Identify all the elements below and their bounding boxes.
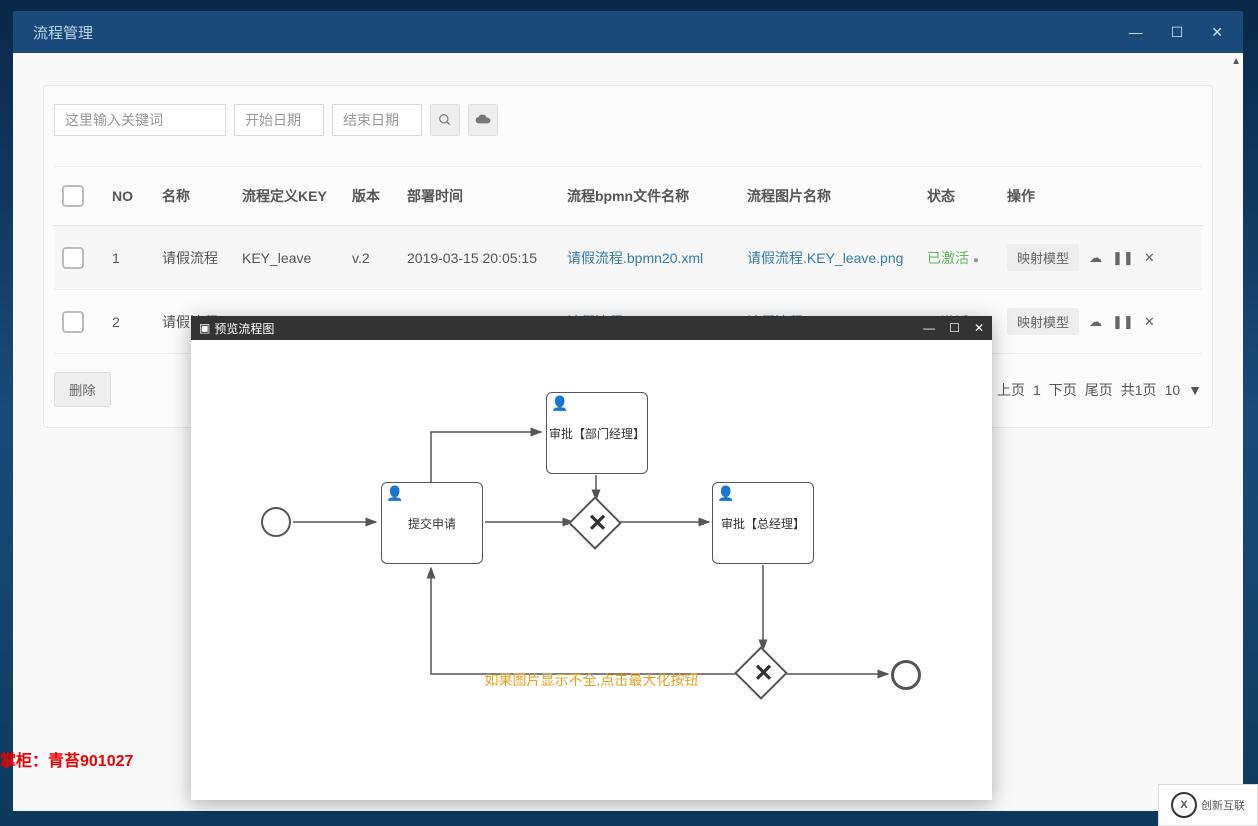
modal-body: 👤 提交申请 👤 审批【部门经理】 ✕ 👤 审批【总经理】 ✕ 如果图片显示不全… <box>191 340 992 800</box>
modal-close-icon[interactable]: ✕ <box>974 321 984 335</box>
cell-version: v.2 <box>344 226 399 290</box>
delete-icon[interactable]: ✕ <box>1144 314 1155 330</box>
row-checkbox[interactable] <box>62 247 84 269</box>
window-minimize-icon[interactable]: — <box>1129 24 1143 41</box>
cell-no: 2 <box>104 290 154 354</box>
cloud-upload-icon <box>475 113 491 127</box>
image-link[interactable]: 请假流程.KEY_leave.png <box>739 226 919 290</box>
prev-page[interactable]: 上页 <box>997 380 1025 400</box>
pagination: 上页 1 下页 尾页 共1页 10 ▼ <box>997 380 1202 400</box>
download-icon[interactable]: ☁ <box>1089 314 1102 330</box>
col-version: 版本 <box>344 167 399 226</box>
col-ops: 操作 <box>999 167 1202 226</box>
row-checkbox[interactable] <box>62 311 84 333</box>
title-bar: 流程管理 — ☐ ✕ <box>13 11 1243 53</box>
window-maximize-icon[interactable]: ☐ <box>1171 24 1184 41</box>
cell-key: KEY_leave <box>234 226 344 290</box>
keyword-input[interactable] <box>54 104 226 136</box>
watermark: 掌柜：青苔901027 <box>0 747 133 771</box>
status-badge: 已激活 ● <box>919 226 999 290</box>
map-model-button[interactable]: 映射模型 <box>1007 308 1079 335</box>
user-icon: 👤 <box>717 485 733 501</box>
modal-titlebar[interactable]: ▣ 预览流程图 — ☐ ✕ <box>191 316 992 340</box>
bpmn-link[interactable]: 请假流程.bpmn20.xml <box>559 226 739 290</box>
next-page[interactable]: 下页 <box>1049 380 1077 400</box>
hint-text: 如果图片显示不全,点击最大化按钮 <box>191 670 992 690</box>
start-date-input[interactable] <box>234 104 324 136</box>
current-page: 1 <box>1033 382 1041 398</box>
col-image: 流程图片名称 <box>739 167 919 226</box>
dropdown-icon[interactable]: ▼ <box>1188 382 1202 398</box>
user-icon: 👤 <box>551 395 567 411</box>
start-event <box>261 507 291 537</box>
search-button[interactable] <box>430 104 460 136</box>
window-title: 流程管理 <box>33 22 93 43</box>
table-row: 1 请假流程 KEY_leave v.2 2019-03-15 20:05:15… <box>54 226 1202 290</box>
preview-modal: ▣ 预览流程图 — ☐ ✕ <box>191 316 992 800</box>
bpmn-diagram: 👤 提交申请 👤 审批【部门经理】 ✕ 👤 审批【总经理】 ✕ <box>251 390 931 700</box>
col-deploy: 部署时间 <box>399 167 559 226</box>
upload-button[interactable] <box>468 104 498 136</box>
modal-maximize-icon[interactable]: ☐ <box>949 321 960 335</box>
window-close-icon[interactable]: ✕ <box>1211 24 1223 41</box>
last-page[interactable]: 尾页 <box>1085 380 1113 400</box>
pause-icon[interactable]: ❚❚ <box>1112 250 1134 266</box>
modal-title-text: 预览流程图 <box>214 320 274 337</box>
col-key: 流程定义KEY <box>234 167 344 226</box>
cell-no: 1 <box>104 226 154 290</box>
col-bpmn: 流程bpmn文件名称 <box>559 167 739 226</box>
delete-button[interactable]: 删除 <box>54 372 111 407</box>
col-status: 状态 <box>919 167 999 226</box>
page-size[interactable]: 10 <box>1165 382 1181 398</box>
task-dept-manager: 👤 审批【部门经理】 <box>546 392 648 474</box>
modal-icon: ▣ <box>199 321 210 335</box>
scroll-up-icon[interactable]: ▲ <box>1231 56 1241 67</box>
cell-name: 请假流程 <box>154 226 234 290</box>
end-date-input[interactable] <box>332 104 422 136</box>
download-icon[interactable]: ☁ <box>1089 250 1102 266</box>
pause-icon[interactable]: ❚❚ <box>1112 314 1134 330</box>
user-icon: 👤 <box>386 485 402 501</box>
modal-minimize-icon[interactable]: — <box>923 321 935 335</box>
delete-icon[interactable]: ✕ <box>1144 250 1155 266</box>
search-icon <box>438 113 452 127</box>
cell-deploy: 2019-03-15 20:05:15 <box>399 226 559 290</box>
select-all-checkbox[interactable] <box>62 185 84 207</box>
brand-logo: X 创新互联 <box>1158 784 1258 826</box>
col-no: NO <box>104 167 154 226</box>
filter-bar <box>54 104 1202 167</box>
page-total: 共1页 <box>1121 380 1157 400</box>
col-name: 名称 <box>154 167 234 226</box>
task-submit: 👤 提交申请 <box>381 482 483 564</box>
task-general-manager: 👤 审批【总经理】 <box>712 482 814 564</box>
map-model-button[interactable]: 映射模型 <box>1007 244 1079 271</box>
